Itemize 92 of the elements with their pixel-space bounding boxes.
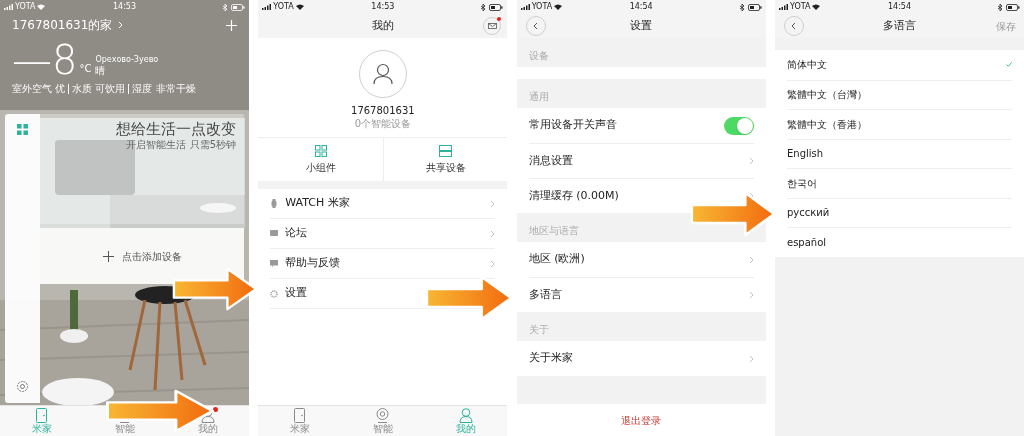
chevron-right-icon [748,157,754,165]
tab[interactable]: 米家 [258,406,342,436]
settings-row[interactable]: 地区 (欧洲) [528,242,754,277]
watch-icon [271,199,278,208]
settings-row[interactable]: 消息设置 [528,143,754,178]
chevron-right-icon [490,199,496,208]
section-header: 设备 [528,51,549,61]
clock-time: 14:53 [112,1,137,13]
banner-card[interactable]: 想给生活一点改变 开启智能生活 只需5秒钟 [40,114,244,224]
screen-title: 我的 [370,17,395,34]
chevron-left-icon [791,22,797,30]
carrier-name: YOTA [790,1,811,13]
section-header: 关于 [528,325,549,335]
menu-item[interactable]: WATCH 米家 [270,189,496,219]
carrier-name: YOTA [15,1,36,13]
widgets-icon [314,144,327,157]
settings-icon [270,289,279,298]
save-button: 保存 [996,18,1016,34]
stack-icon [439,144,453,157]
carrier-name: YOTA [531,1,553,13]
chevron-right-icon [748,255,754,264]
envelope-icon [487,23,497,29]
battery-icon [231,3,245,11]
language-option[interactable]: 繁體中文（香港） [787,109,1012,139]
logout-button[interactable]: 退出登录 [621,412,662,428]
temperature-unit: °C [79,62,92,76]
condition-text: 室外空气 优 [12,84,66,94]
battery-icon [489,3,504,11]
weather-label: 晴 [95,64,107,77]
banner-title: 想给生活一点改变 [116,122,236,137]
camera-icon [376,408,390,423]
signal-icon [779,4,788,10]
city-name: Орехово-Зуево [95,54,159,65]
signal-icon [520,4,530,10]
tab[interactable]: 智能 [341,406,425,436]
chevron-right-icon [490,259,496,268]
wifi-icon [295,4,304,10]
signal-icon [262,4,272,10]
tablet-icon [294,408,306,423]
chevron-right-icon [748,354,754,363]
language-option[interactable]: русский [787,197,1012,227]
toggle-switch[interactable] [723,116,754,135]
device-count: 0个智能设备 [354,119,411,129]
section-header: 通用 [528,92,549,102]
carrier-name: YOTA [273,1,294,13]
temperature-value: —8 [12,40,78,80]
wifi-icon [812,4,821,10]
signal-icon [4,4,13,10]
settings-icon[interactable] [16,380,29,393]
chevron-right-icon [748,192,754,200]
message-icon [270,260,279,267]
language-option[interactable]: English [787,138,1012,168]
menu-item[interactable]: 论坛 [270,219,496,249]
battery-icon [747,3,762,11]
language-option[interactable]: español [787,227,1012,257]
clock-time: 14:54 [887,1,911,13]
section-header: 地区与语言 [528,226,579,236]
tablet-icon [36,408,47,423]
user-icon [371,63,394,85]
plus-icon[interactable] [226,19,237,31]
screen-title: 设置 [629,17,654,34]
shortcut-tile[interactable]: 小组件 [258,138,383,181]
language-option[interactable]: 한국어 [787,168,1012,198]
checkmark-icon [1006,62,1012,68]
grid-icon[interactable] [17,124,28,135]
plus-icon [102,250,114,262]
chat-icon [270,230,279,237]
add-device-button[interactable]: 点击添加设备 [40,228,244,284]
clock-time: 14:53 [371,1,395,13]
user-id: 1767801631 [351,106,415,116]
bluetooth-icon [998,3,1003,11]
wifi-icon [554,4,563,10]
bluetooth-icon [481,3,487,11]
bluetooth-icon [223,3,228,11]
condition-text: 湿度 非常干燥 [128,84,196,94]
user-icon [458,408,473,423]
condition-text: 水质 可饮用 [68,84,126,94]
battery-icon [1006,3,1020,11]
language-option[interactable]: 繁體中文（台灣） [787,79,1012,109]
settings-row[interactable]: 常用设备开关声音 [528,108,754,143]
language-option[interactable]: 简体中文 [787,50,1012,80]
chevron-right-icon [748,291,754,299]
settings-row[interactable]: 多语言 [528,277,754,312]
menu-item[interactable]: 帮助与反馈 [270,249,496,279]
chevron-left-icon [533,22,539,30]
chevron-right-icon [490,229,496,238]
banner-subtitle: 开启智能生活 只需5秒钟 [126,140,236,150]
bluetooth-icon [739,3,745,11]
chevron-right-icon [118,21,124,29]
clock-time: 14:54 [629,1,653,13]
screen-title: 多语言 [882,17,917,34]
wifi-icon [37,4,46,10]
